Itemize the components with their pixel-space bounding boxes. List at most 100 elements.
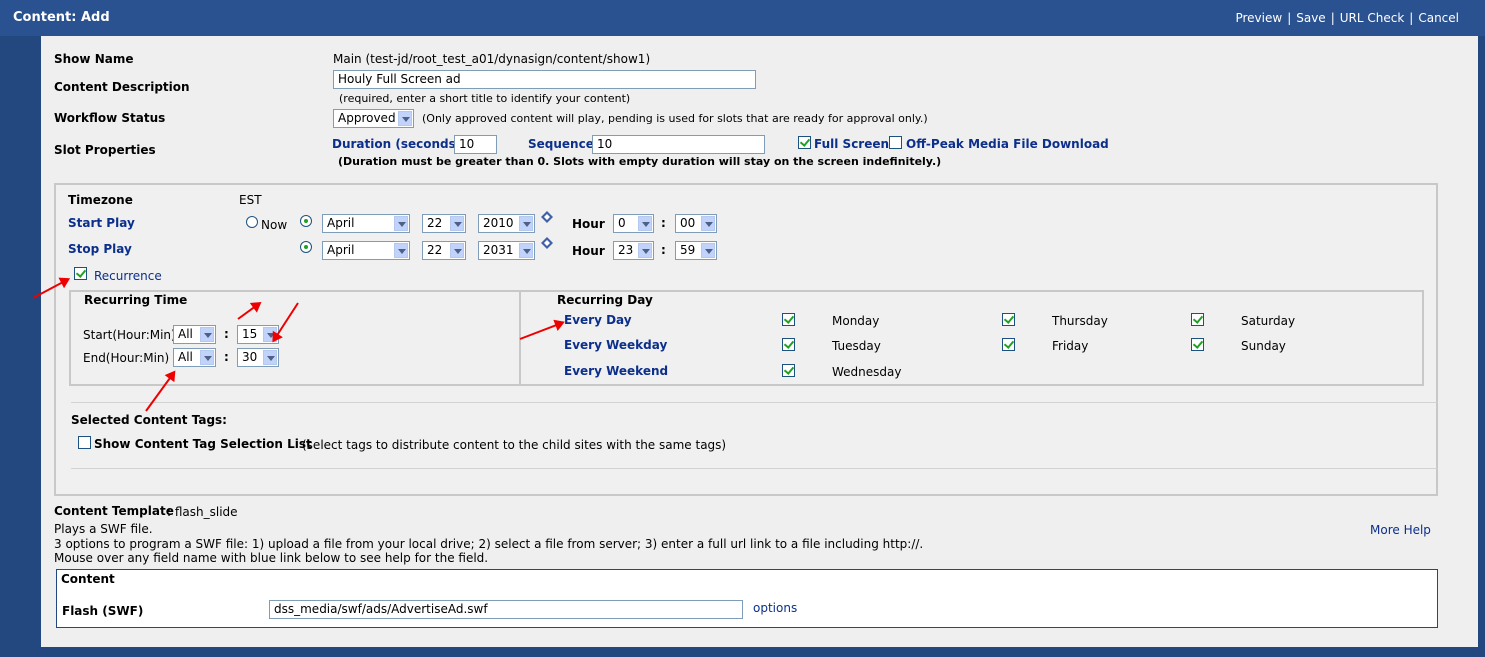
content-description-input[interactable]: Houly Full Screen ad — [333, 70, 756, 89]
saturday-label: Saturday — [1241, 314, 1296, 328]
flash-swf-label[interactable]: Flash (SWF) — [62, 604, 143, 618]
now-label: Now — [261, 218, 288, 232]
start-day-select[interactable]: 22 — [422, 214, 466, 233]
show-tag-list-label: Show Content Tag Selection List — [94, 437, 312, 451]
timezone-value: EST — [239, 193, 262, 207]
content-template-label: Content Template — [54, 504, 174, 518]
stop-hour-select[interactable]: 23 — [613, 241, 654, 260]
recurring-day-title: Recurring Day — [557, 293, 653, 307]
content-template-value: : flash_slide — [167, 505, 238, 519]
friday-label: Friday — [1052, 339, 1089, 353]
stop-time-colon: : — [661, 243, 666, 257]
show-tag-list-hint: (select tags to distribute content to th… — [302, 438, 727, 452]
content-description-label: Content Description — [54, 80, 190, 94]
calendar-icon[interactable] — [541, 211, 553, 223]
recurring-start-hour-select[interactable]: All — [173, 325, 216, 344]
recurring-end-hour-select[interactable]: All — [173, 348, 216, 367]
start-hour-select[interactable]: 0 — [613, 214, 654, 233]
stop-play-link[interactable]: Stop Play — [68, 242, 132, 256]
workflow-status-hint: (Only approved content will play, pendin… — [422, 112, 928, 125]
start-year-select[interactable]: 2010 — [478, 214, 535, 233]
sunday-label: Sunday — [1241, 339, 1286, 353]
start-month-select[interactable]: April — [322, 214, 410, 233]
full-screen-label: Full Screen — [814, 137, 890, 151]
stop-month-select[interactable]: April — [322, 241, 410, 260]
more-help-link[interactable]: More Help — [1370, 523, 1431, 537]
recurring-end-label: End(Hour:Min) — [83, 351, 170, 365]
wednesday-label: Wednesday — [832, 365, 902, 379]
selected-tags-title: Selected Content Tags: — [71, 413, 227, 427]
start-date-radio[interactable] — [300, 215, 312, 227]
every-day-link[interactable]: Every Day — [564, 313, 632, 327]
workflow-status-select[interactable]: Approved — [333, 109, 414, 128]
template-desc-3: Mouse over any field name with blue link… — [54, 551, 489, 565]
workflow-status-label: Workflow Status — [54, 111, 166, 125]
chevron-down-icon — [200, 350, 214, 365]
tuesday-checkbox[interactable] — [782, 338, 795, 351]
monday-label: Monday — [832, 314, 880, 328]
duration-input[interactable]: 10 — [454, 135, 497, 154]
page-title: Content: Add — [13, 10, 110, 25]
flash-swf-input[interactable]: dss_media/swf/ads/AdvertiseAd.swf — [269, 600, 743, 619]
title-bar: Content: Add Preview | Save | URL Check | Canc… — [0, 0, 1485, 36]
stop-minute-select[interactable]: 59 — [675, 241, 717, 260]
divider — [71, 468, 1437, 469]
recurring-end-minute-select[interactable]: 30 — [237, 348, 279, 367]
divider — [71, 402, 1437, 403]
chevron-down-icon — [394, 243, 408, 258]
off-peak-label: Off-Peak Media File Download — [906, 137, 1109, 151]
start-time-colon: : — [661, 216, 666, 230]
options-link[interactable]: options — [753, 601, 797, 615]
top-links: Preview | Save | URL Check | Cancel — [1235, 11, 1459, 25]
template-desc-1: Plays a SWF file. — [54, 522, 153, 536]
slot-properties-hint: (Duration must be greater than 0. Slots … — [338, 155, 942, 168]
chevron-down-icon — [398, 111, 412, 126]
recurrence-checkbox[interactable] — [74, 267, 87, 280]
timezone-label: Timezone — [68, 193, 133, 207]
content-panel — [56, 569, 1438, 628]
sequence-input[interactable]: 10 — [592, 135, 765, 154]
now-radio[interactable] — [246, 216, 258, 228]
recurring-start-label: Start(Hour:Min) — [83, 328, 176, 342]
start-hour-label: Hour — [572, 217, 605, 231]
stop-date-radio[interactable] — [300, 241, 312, 253]
calendar-icon[interactable] — [541, 237, 553, 249]
recurrence-label: Recurrence — [94, 269, 162, 283]
every-weekday-link[interactable]: Every Weekday — [564, 338, 667, 352]
chevron-down-icon — [263, 350, 277, 365]
recurring-end-colon: : — [224, 350, 229, 364]
show-name-value: Main (test-jd/root_test_a01/dynasign/con… — [333, 52, 651, 66]
show-name-label: Show Name — [54, 52, 134, 66]
chevron-down-icon — [701, 243, 715, 258]
content-add-form: Show Name Main (test-jd/root_test_a01/dy… — [41, 36, 1478, 647]
content-description-hint: (required, enter a short title to identi… — [339, 92, 631, 105]
cancel-link[interactable]: Cancel — [1418, 11, 1459, 25]
start-play-link[interactable]: Start Play — [68, 216, 135, 230]
full-screen-checkbox[interactable] — [798, 136, 811, 149]
chevron-down-icon — [701, 216, 715, 231]
every-weekend-link[interactable]: Every Weekend — [564, 364, 668, 378]
recurring-start-colon: : — [224, 327, 229, 341]
off-peak-checkbox[interactable] — [889, 136, 902, 149]
monday-checkbox[interactable] — [782, 313, 795, 326]
chevron-down-icon — [638, 243, 652, 258]
stop-year-select[interactable]: 2031 — [478, 241, 535, 260]
start-minute-select[interactable]: 00 — [675, 214, 717, 233]
chevron-down-icon — [394, 216, 408, 231]
preview-link[interactable]: Preview — [1235, 11, 1282, 25]
recurring-time-title: Recurring Time — [84, 293, 188, 307]
thursday-checkbox[interactable] — [1002, 313, 1015, 326]
stop-day-select[interactable]: 22 — [422, 241, 466, 260]
content-panel-title: Content — [61, 572, 115, 586]
friday-checkbox[interactable] — [1002, 338, 1015, 351]
chevron-down-icon — [519, 216, 533, 231]
url-check-link[interactable]: URL Check — [1340, 11, 1405, 25]
thursday-label: Thursday — [1052, 314, 1108, 328]
saturday-checkbox[interactable] — [1191, 313, 1204, 326]
chevron-down-icon — [519, 243, 533, 258]
sunday-checkbox[interactable] — [1191, 338, 1204, 351]
stop-hour-label: Hour — [572, 244, 605, 258]
show-tag-list-checkbox[interactable] — [78, 436, 91, 449]
save-link[interactable]: Save — [1296, 11, 1325, 25]
wednesday-checkbox[interactable] — [782, 364, 795, 377]
